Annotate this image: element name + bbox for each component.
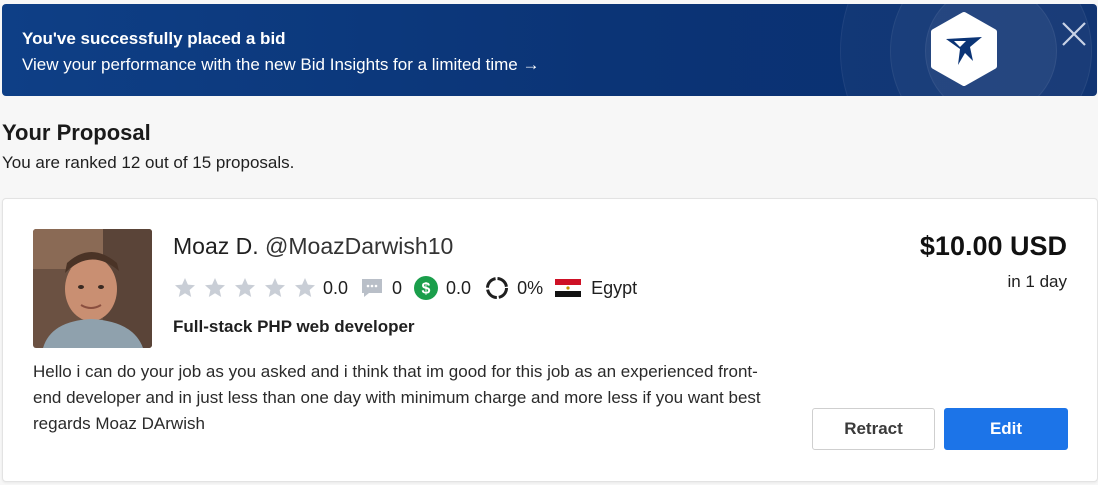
page-title: Your Proposal: [2, 120, 151, 145]
rating-value: 0.0: [323, 277, 349, 298]
reviews-count: 0: [392, 277, 403, 298]
star-icon: [265, 278, 285, 297]
proposal-card: Moaz D. @MoazDarwish10 0.0 0 $ 0.0 0% Eg…: [2, 198, 1098, 482]
freelancer-username[interactable]: @MoazDarwish10: [265, 233, 453, 259]
reviews-icon: [362, 279, 383, 297]
star-icon: [295, 278, 315, 297]
bid-delivery-time: in 1 day: [1007, 272, 1067, 291]
close-icon[interactable]: [1060, 20, 1088, 48]
freelancer-name-row: Moaz D. @MoazDarwish10: [173, 233, 453, 260]
earnings-icon: $: [414, 276, 439, 300]
proposal-description: Hello i can do your job as you asked and…: [33, 362, 761, 433]
completion-rate: 0%: [517, 277, 544, 298]
retract-button[interactable]: Retract: [812, 408, 935, 450]
bid-success-banner[interactable]: You've successfully placed a bid View yo…: [2, 4, 1097, 96]
proposal-rank-text: You are ranked 12 out of 15 proposals.: [2, 153, 295, 172]
freelancer-tagline: Full-stack PHP web developer: [173, 317, 415, 336]
edit-button[interactable]: Edit: [944, 408, 1068, 450]
star-icon: [235, 278, 255, 297]
bid-price: $10.00 USD: [919, 231, 1067, 261]
earnings-score: 0.0: [446, 277, 472, 298]
banner-title: You've successfully placed a bid: [22, 29, 286, 48]
freelancer-bird-logo-icon: [931, 12, 997, 86]
svg-text:$: $: [422, 281, 431, 298]
freelancer-name[interactable]: Moaz D.: [173, 233, 259, 259]
country-name: Egypt: [591, 277, 638, 298]
egypt-flag-icon: [555, 279, 582, 297]
star-icon: [175, 278, 195, 297]
completion-rate-icon: [486, 277, 509, 299]
star-icon: [205, 278, 225, 297]
avatar[interactable]: [33, 229, 152, 348]
freelancer-stats: 0.0 0 $ 0.0 0% Egypt: [173, 275, 637, 301]
banner-insights-link[interactable]: View your performance with the new Bid I…: [22, 55, 539, 75]
